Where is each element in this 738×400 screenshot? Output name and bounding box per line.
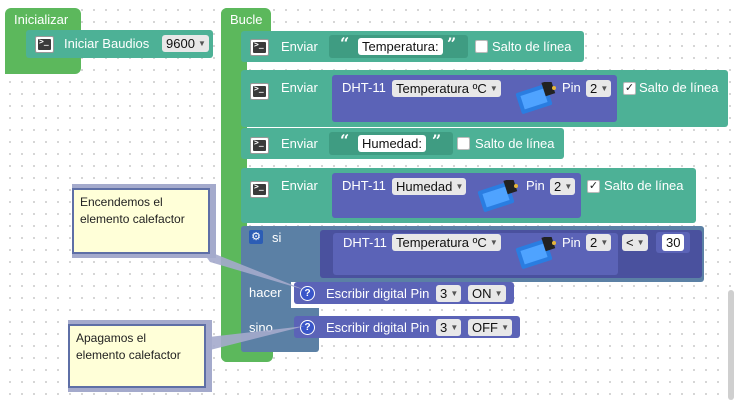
digital-write-label: Escribir digital Pin [326, 320, 430, 335]
serial-terminal-icon [35, 36, 54, 53]
serial-terminal-icon [250, 39, 269, 56]
measure-dropdown[interactable]: Humedad [392, 178, 467, 195]
enviar-label: Enviar [281, 80, 318, 95]
comment-note-2[interactable]: Apagamos el elemento calefactor [68, 324, 206, 388]
newline-checkbox[interactable]: ✓ [587, 180, 600, 193]
pin-dropdown[interactable]: 2 [586, 234, 612, 251]
operator-dropdown[interactable]: < [622, 234, 648, 251]
iniciar-label: Iniciar Baudios [64, 36, 150, 51]
sino-label: sino [249, 320, 273, 335]
state-dropdown[interactable]: OFF [468, 319, 512, 336]
open-quote-icon: “ [340, 131, 350, 150]
newline-label: Salto de línea [492, 39, 572, 54]
threshold-field[interactable]: 30 [662, 234, 685, 251]
dht11-sensor-icon [515, 82, 556, 114]
pin-label: Pin [562, 235, 581, 250]
vertical-scrollbar[interactable] [728, 290, 734, 400]
si-label: si [272, 230, 282, 245]
enviar-label: Enviar [281, 178, 318, 193]
pin-label: Pin [562, 80, 581, 95]
pin-dropdown[interactable]: 3 [436, 319, 462, 336]
digital-write-label: Escribir digital Pin [326, 286, 430, 301]
open-quote-icon: “ [340, 34, 350, 53]
pin-label: Pin [526, 178, 545, 193]
pin-dropdown[interactable]: 3 [436, 285, 462, 302]
measure-dropdown[interactable]: Temperatura ºC [392, 234, 501, 251]
newline-checkbox[interactable] [475, 40, 488, 53]
sensor-label: DHT-11 [343, 235, 387, 250]
newline-label: Salto de línea [604, 178, 684, 193]
text-field[interactable]: Temperatura: [358, 38, 443, 55]
serial-terminal-icon [250, 137, 269, 154]
close-quote-icon: ” [447, 34, 457, 53]
sensor-label: DHT-11 [342, 178, 386, 193]
inicializar-title: Inicializar [14, 12, 69, 27]
sensor-label: DHT-11 [342, 80, 386, 95]
hacer-label: hacer [249, 285, 282, 300]
measure-dropdown[interactable]: Temperatura ºC [392, 80, 501, 97]
dht11-sensor-icon [477, 180, 518, 212]
enviar-label: Enviar [281, 136, 318, 151]
comment-note-1[interactable]: Encendemos el elemento calefactor [72, 188, 210, 254]
dht11-sensor-icon [515, 237, 556, 269]
comment-text: Apagamos el elemento calefactor [76, 331, 181, 362]
pin-dropdown[interactable]: 2 [586, 80, 612, 97]
newline-label: Salto de línea [475, 136, 555, 151]
pin-dropdown[interactable]: 2 [550, 178, 576, 195]
newline-checkbox[interactable] [457, 137, 470, 150]
bucle-title: Bucle [230, 12, 263, 27]
close-quote-icon: ” [432, 131, 442, 150]
enviar-label: Enviar [281, 39, 318, 54]
help-icon[interactable]: ? [300, 286, 315, 301]
gear-icon[interactable]: ⚙ [249, 230, 263, 244]
baud-dropdown[interactable]: 9600 [162, 35, 209, 52]
newline-checkbox[interactable]: ✓ [623, 82, 636, 95]
newline-label: Salto de línea [639, 80, 719, 95]
comment-text: Encendemos el elemento calefactor [80, 195, 185, 226]
text-field[interactable]: Humedad: [358, 135, 426, 152]
serial-terminal-icon [250, 83, 269, 100]
help-icon[interactable]: ? [300, 320, 315, 335]
state-dropdown[interactable]: ON [468, 285, 506, 302]
serial-terminal-icon [250, 181, 269, 198]
